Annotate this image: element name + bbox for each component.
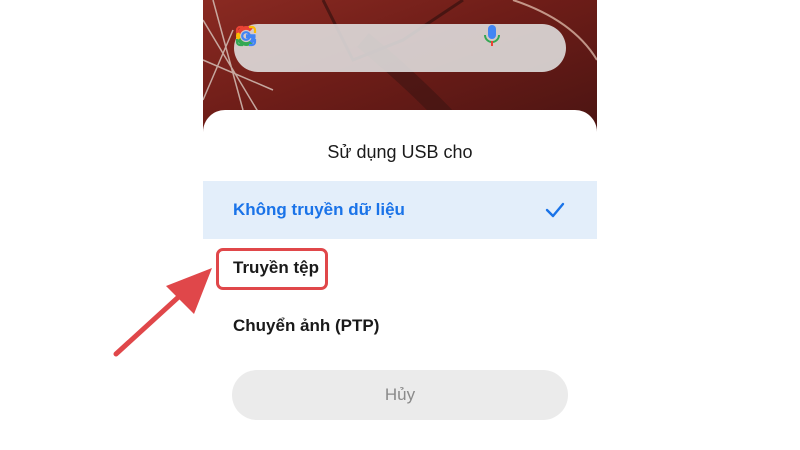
option-no-data-transfer[interactable]: Không truyền dữ liệu <box>203 181 597 239</box>
phone-screen: Sử dụng USB cho Không truyền dữ liệu Tru… <box>203 0 597 450</box>
google-search-bar[interactable] <box>234 24 566 72</box>
check-icon <box>545 202 565 218</box>
cancel-button[interactable]: Hủy <box>232 370 568 420</box>
sheet-title: Sử dụng USB cho <box>327 142 473 162</box>
option-label: Chuyển ảnh (PTP) <box>233 316 380 335</box>
option-label: Không truyền dữ liệu <box>233 200 405 219</box>
option-photo-transfer-ptp[interactable]: Chuyển ảnh (PTP) <box>203 297 597 355</box>
mic-icon[interactable] <box>482 24 502 48</box>
annotation-highlight-box <box>216 248 328 290</box>
annotation-arrow-icon <box>113 268 212 357</box>
google-lens-icon[interactable] <box>234 24 258 48</box>
